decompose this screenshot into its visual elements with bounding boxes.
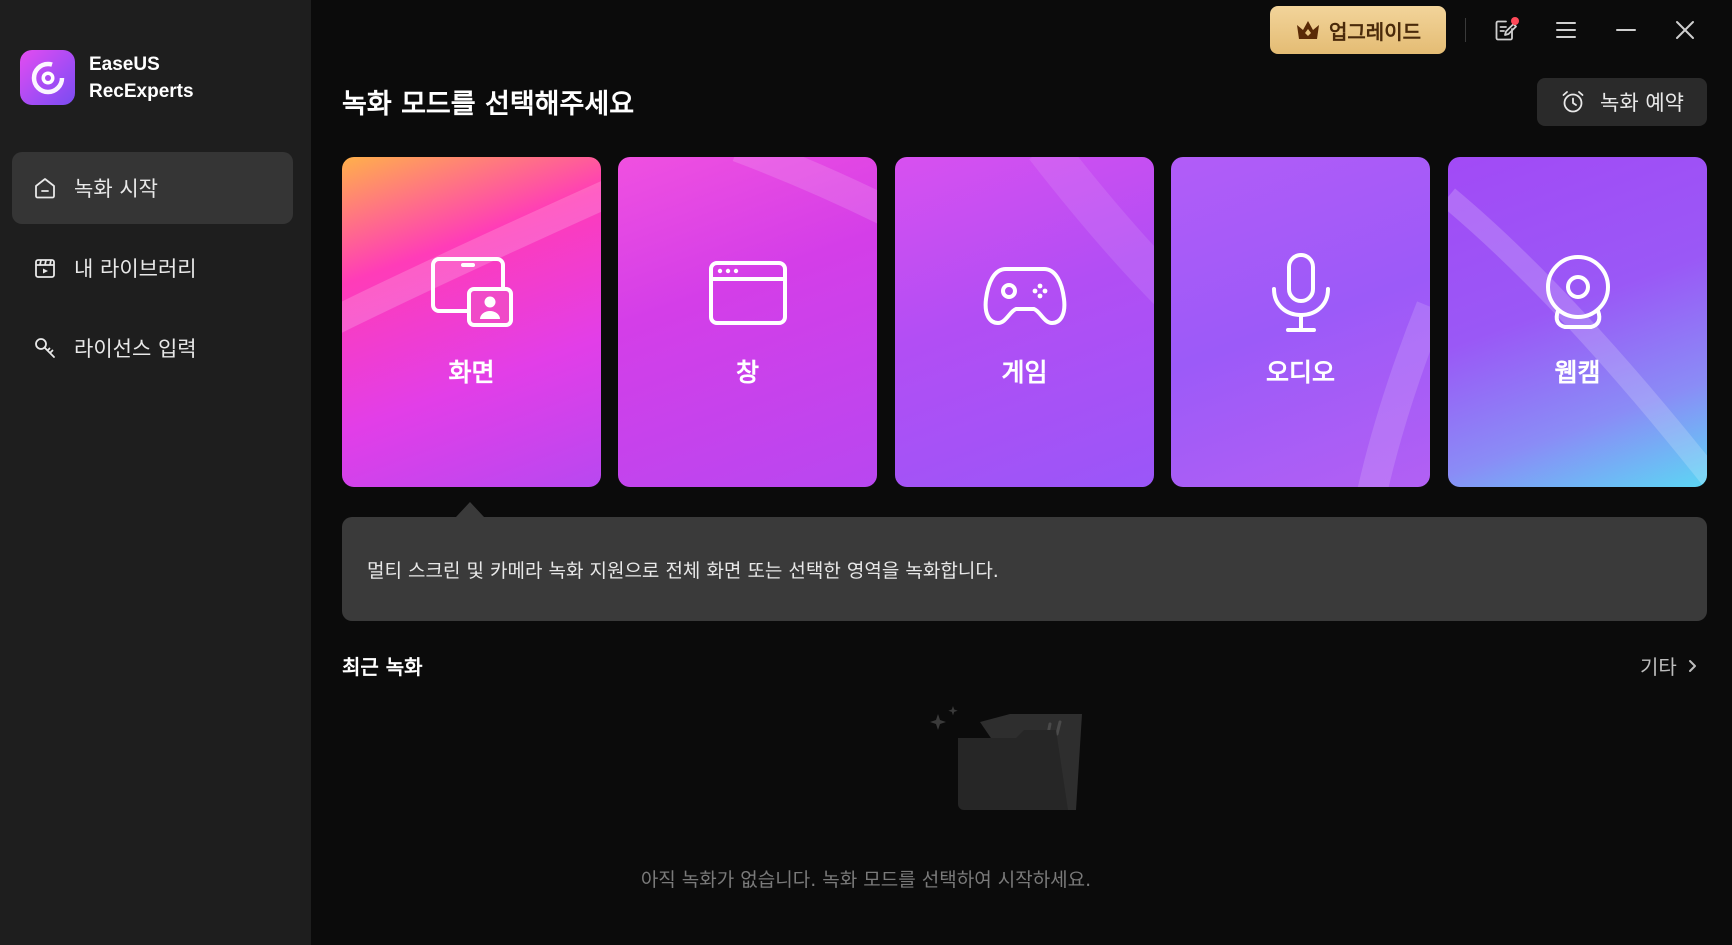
mode-label: 게임 bbox=[1001, 358, 1048, 387]
microphone-icon bbox=[1271, 253, 1330, 332]
mode-card-webcam[interactable]: 웹캠 bbox=[1448, 157, 1707, 487]
upgrade-label: 업그레이드 bbox=[1329, 19, 1421, 44]
gamepad-icon bbox=[983, 267, 1066, 325]
toolbar-divider bbox=[1465, 18, 1466, 42]
library-icon bbox=[35, 259, 55, 278]
window-icon bbox=[708, 261, 787, 325]
mode-description: 멀티 스크린 및 카메라 녹화 지원으로 전체 화면 또는 선택한 영역을 녹화… bbox=[342, 517, 1707, 621]
mode-card-game[interactable]: 게임 bbox=[895, 157, 1154, 487]
chevron-right-icon bbox=[1688, 659, 1696, 672]
app-logo: EaseUS RecExperts bbox=[20, 50, 194, 105]
app-name-line1: EaseUS bbox=[89, 53, 160, 75]
close-button[interactable] bbox=[1669, 14, 1701, 46]
crown-icon bbox=[1297, 21, 1319, 39]
sidebar-nav: 녹화 시작 내 라이브러리 라이선스 입력 bbox=[12, 152, 293, 392]
mode-card-audio[interactable]: 오디오 bbox=[1171, 157, 1430, 487]
notification-dot bbox=[1511, 17, 1519, 25]
empty-state-message: 아직 녹화가 없습니다. 녹화 모드를 선택하여 시작하세요. bbox=[0, 865, 1732, 892]
app-name: EaseUS RecExperts bbox=[89, 51, 194, 105]
sidebar-item-label: 내 라이브러리 bbox=[74, 257, 197, 281]
minimize-button[interactable] bbox=[1610, 14, 1642, 46]
mode-card-window[interactable]: 창 bbox=[618, 157, 877, 487]
description-pointer bbox=[456, 502, 484, 517]
sidebar: EaseUS RecExperts 녹화 시작 내 라이브러리 라이선스 입력 bbox=[0, 0, 311, 945]
empty-folder-icon bbox=[930, 706, 1082, 810]
schedule-label: 녹화 예약 bbox=[1600, 91, 1684, 115]
home-icon bbox=[35, 178, 55, 199]
hamburger-menu-icon bbox=[1556, 22, 1576, 38]
mode-label: 웹캠 bbox=[1554, 358, 1601, 387]
recent-more-link[interactable]: 기타 bbox=[1640, 651, 1699, 680]
screen-icon bbox=[430, 257, 513, 327]
key-icon bbox=[35, 338, 55, 358]
sidebar-item-label: 녹화 시작 bbox=[74, 177, 158, 201]
sidebar-item-start-recording[interactable]: 녹화 시작 bbox=[12, 152, 293, 224]
alarm-clock-icon bbox=[1562, 91, 1584, 113]
mode-label: 오디오 bbox=[1265, 358, 1335, 387]
mode-label: 화면 bbox=[448, 358, 495, 387]
sidebar-item-library[interactable]: 내 라이브러리 bbox=[12, 232, 293, 304]
more-label: 기타 bbox=[1640, 655, 1677, 679]
webcam-icon bbox=[1545, 255, 1610, 329]
mode-card-screen[interactable]: 화면 bbox=[342, 157, 601, 487]
close-icon bbox=[1676, 21, 1694, 39]
sidebar-item-license[interactable]: 라이선스 입력 bbox=[12, 312, 293, 384]
upgrade-button[interactable]: 업그레이드 bbox=[1270, 6, 1446, 54]
empty-state-text: 아직 녹화가 없습니다. 녹화 모드를 선택하여 시작하세요. bbox=[640, 869, 1092, 891]
feedback-button[interactable] bbox=[1490, 14, 1522, 46]
recexperts-logo-icon bbox=[20, 50, 75, 105]
schedule-recording-button[interactable]: 녹화 예약 bbox=[1537, 78, 1707, 126]
mode-label: 창 bbox=[735, 358, 759, 387]
minimize-icon bbox=[1616, 29, 1636, 31]
app-name-line2: RecExperts bbox=[89, 80, 194, 102]
page-title: 녹화 모드를 선택해주세요 bbox=[342, 89, 635, 120]
recent-recordings-title: 최근 녹화 bbox=[342, 655, 423, 679]
sidebar-item-label: 라이선스 입력 bbox=[74, 337, 197, 361]
menu-button[interactable] bbox=[1550, 14, 1582, 46]
mode-description-text: 멀티 스크린 및 카메라 녹화 지원으로 전체 화면 또는 선택한 영역을 녹화… bbox=[367, 559, 999, 582]
